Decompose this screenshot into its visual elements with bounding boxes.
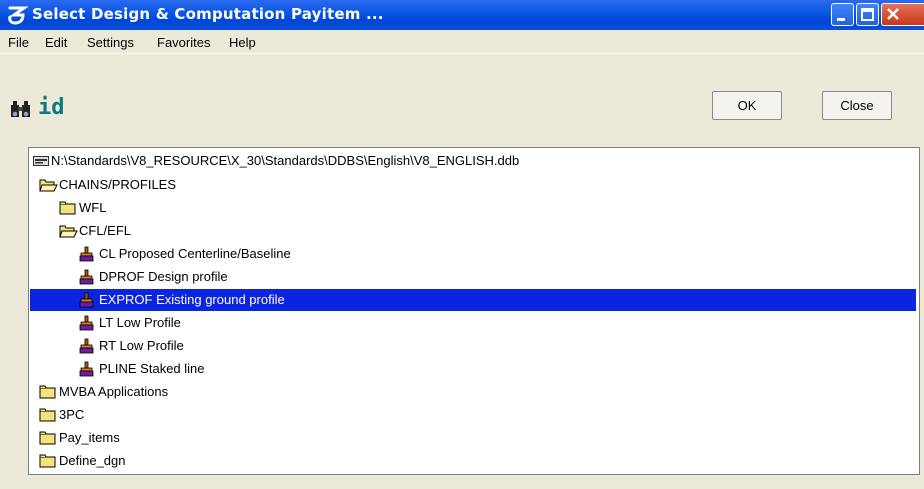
- id-button[interactable]: id: [38, 96, 65, 120]
- tree-item-label: MVBA Applications: [59, 384, 169, 399]
- folder-icon: [39, 385, 56, 399]
- payitem-icon: [79, 338, 94, 354]
- menu-favorites[interactable]: Favorites: [157, 35, 210, 50]
- menu-help[interactable]: Help: [229, 35, 256, 50]
- payitem-icon: [79, 246, 94, 262]
- payitem-icon: [79, 361, 94, 377]
- minimize-button[interactable]: [831, 3, 854, 26]
- close-icon: [887, 8, 899, 20]
- database-icon: [33, 156, 49, 166]
- tree-item-label: CL Proposed Centerline/Baseline: [99, 246, 291, 261]
- maximize-button[interactable]: [856, 3, 879, 26]
- close-button[interactable]: Close: [822, 91, 892, 120]
- tree-item-label: 3PC: [59, 407, 85, 422]
- tree-item-label: RT Low Profile: [99, 338, 184, 353]
- ok-button[interactable]: OK: [712, 91, 782, 120]
- menu-divider: [0, 53, 924, 54]
- minimize-icon: [837, 18, 845, 21]
- dialog-window: Select Design & Computation Payitem ... …: [0, 0, 924, 489]
- folder-icon: [39, 408, 56, 422]
- payitem-icon: [79, 269, 94, 285]
- tree-item-label: EXPROF Existing ground profile: [99, 292, 285, 307]
- menu-file[interactable]: File: [8, 35, 29, 50]
- tree-item-label: LT Low Profile: [99, 315, 181, 330]
- app-icon: [8, 6, 28, 25]
- tree-root-label: N:\Standards\V8_RESOURCE\X_30\Standards\…: [51, 153, 520, 168]
- folder-open-icon: [39, 179, 58, 192]
- menu-edit[interactable]: Edit: [45, 35, 67, 50]
- maximize-icon: [861, 8, 874, 21]
- folder-icon: [39, 431, 56, 445]
- payitem-tree[interactable]: N:\Standards\V8_RESOURCE\X_30\Standards\…: [28, 147, 920, 475]
- window-title: Select Design & Computation Payitem ...: [32, 5, 384, 23]
- menu-settings[interactable]: Settings: [87, 35, 134, 50]
- payitem-icon: [79, 292, 94, 308]
- tree-item-label: CHAINS/PROFILES: [59, 177, 177, 192]
- tree-item-label: Define_dgn: [59, 453, 126, 468]
- tree-item-label: Pay_items: [59, 430, 120, 445]
- find-binoculars-icon[interactable]: [10, 99, 32, 121]
- tree-item-label: PLINE Staked line: [99, 361, 205, 376]
- tree-root[interactable]: N:\Standards\V8_RESOURCE\X_30\Standards\…: [31, 150, 911, 172]
- payitem-icon: [79, 315, 94, 331]
- tree-item-label: DPROF Design profile: [99, 269, 228, 284]
- tree-item[interactable]: EXPROF Existing ground profile: [30, 289, 916, 311]
- folder-open-icon: [59, 225, 78, 238]
- folder-icon: [39, 454, 56, 468]
- menu-bar: File Edit Settings Favorites Help: [0, 31, 924, 53]
- title-bar[interactable]: Select Design & Computation Payitem ...: [0, 0, 924, 30]
- tree-item-label: CFL/EFL: [79, 223, 132, 238]
- tree-item-label: WFL: [79, 200, 107, 215]
- close-window-button[interactable]: [881, 3, 924, 26]
- folder-icon: [59, 201, 76, 215]
